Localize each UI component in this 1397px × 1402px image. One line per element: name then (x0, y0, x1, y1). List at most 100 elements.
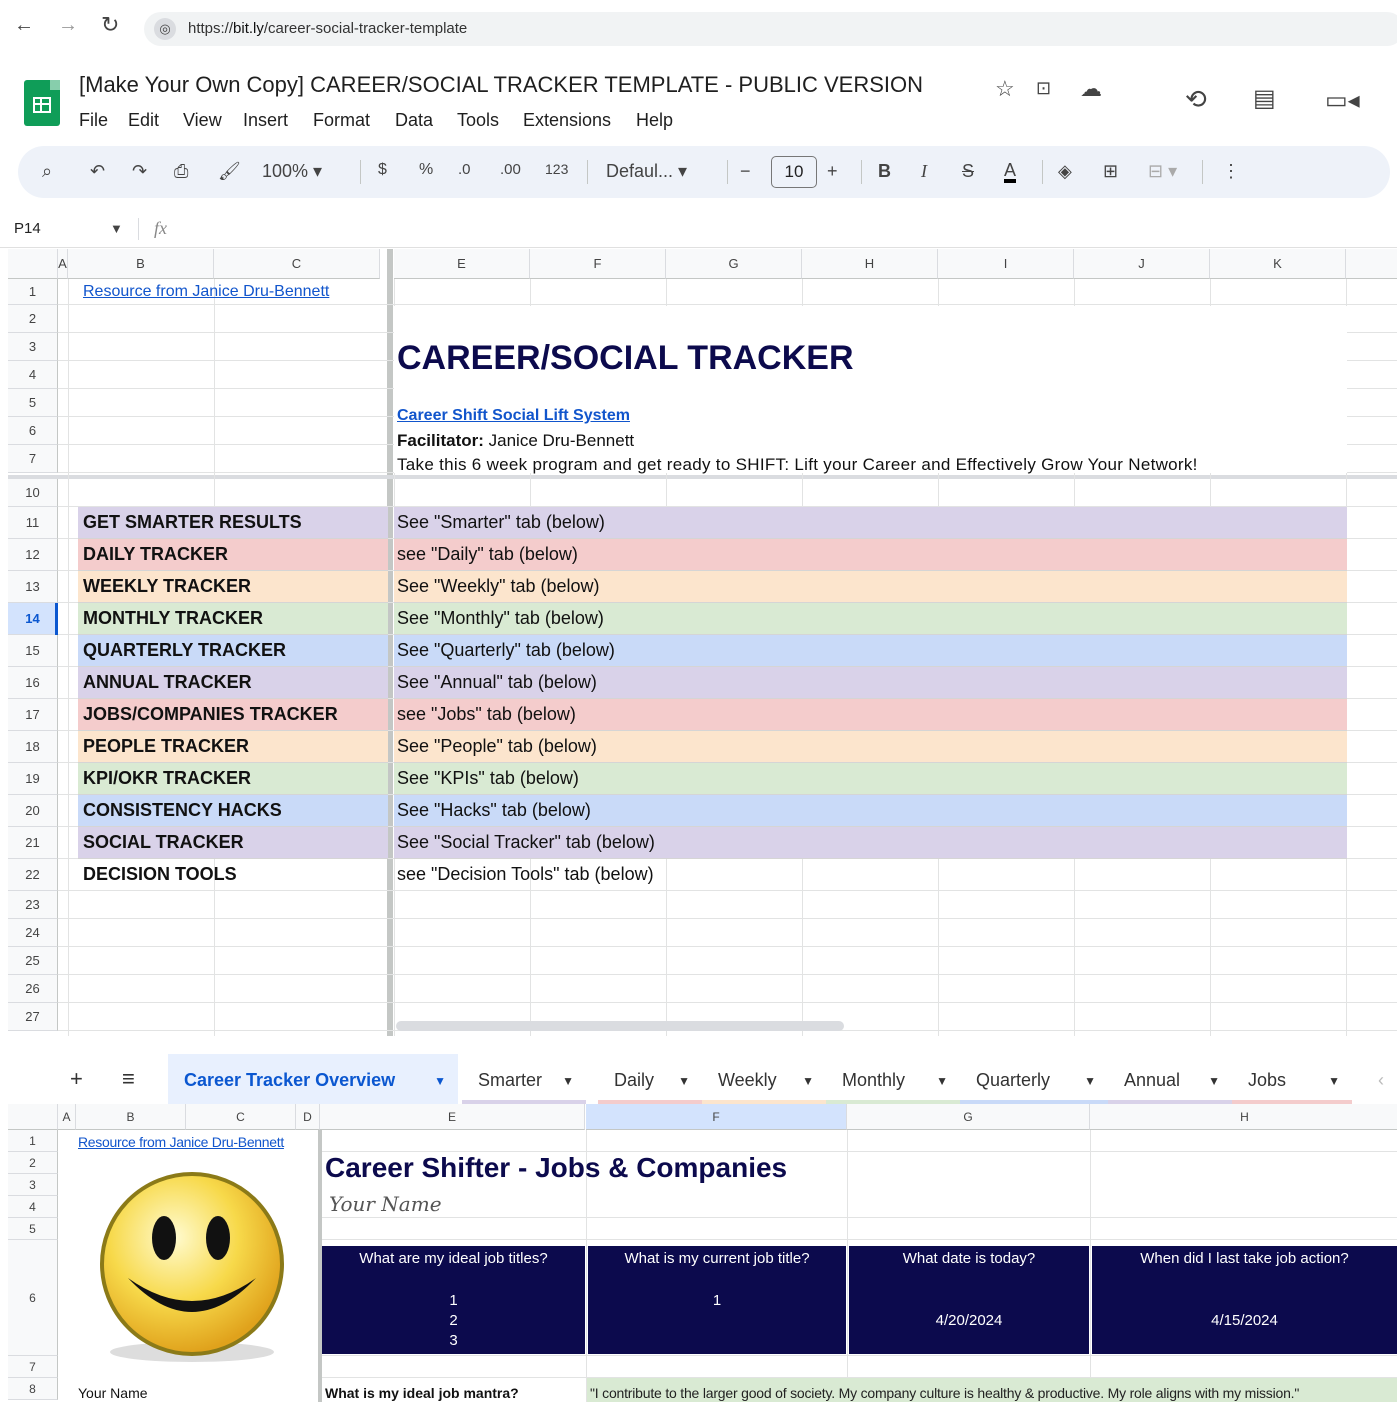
column-header[interactable]: B (68, 249, 214, 279)
merge-cells-icon[interactable]: ⊟ ▾ (1148, 161, 1177, 182)
menu-file[interactable]: File (79, 110, 108, 131)
star-icon[interactable]: ☆ (995, 76, 1015, 102)
sheet-overview-grid[interactable]: A B C E F G H I J K 1 2 3 4 5 6 7 10 11 12 13 14 15 16 17 18 19 20 2… (8, 249, 1397, 1036)
chevron-down-icon[interactable]: ▼ (434, 1074, 446, 1088)
column-header[interactable]: F (586, 1104, 847, 1130)
chevron-down-icon[interactable]: ▼ (678, 1074, 690, 1088)
select-all-corner[interactable] (8, 1104, 58, 1130)
cloud-status-icon[interactable]: ☁ (1080, 76, 1102, 102)
tab-career-tracker-overview[interactable]: Career Tracker Overview ▼ (168, 1054, 458, 1104)
menu-help[interactable]: Help (636, 110, 673, 131)
undo-icon[interactable]: ↶ (90, 161, 105, 182)
row-header[interactable]: 17 (8, 699, 58, 731)
row-header[interactable]: 1 (8, 279, 58, 305)
currency-button[interactable]: $ (378, 161, 387, 179)
decrease-decimal-button[interactable]: .0 (458, 161, 471, 178)
column-header[interactable]: J (1074, 249, 1210, 279)
row-header[interactable]: 27 (8, 1003, 58, 1031)
row-header[interactable]: 2 (8, 1152, 58, 1174)
header-cell[interactable]: What are my ideal job titles? 1 2 3 (322, 1246, 585, 1354)
menu-extensions[interactable]: Extensions (523, 110, 611, 131)
chevron-down-icon[interactable]: ▼ (802, 1074, 814, 1088)
column-header[interactable]: D (296, 1104, 320, 1130)
menu-tools[interactable]: Tools (457, 110, 499, 131)
tab-smarter[interactable]: Smarter ▼ (462, 1054, 586, 1104)
row-header[interactable]: 6 (8, 417, 58, 445)
version-history-icon[interactable]: ⟲ (1185, 84, 1207, 115)
select-all-corner[interactable] (8, 249, 58, 279)
row-header[interactable]: 5 (8, 1218, 58, 1240)
number-format-button[interactable]: 123 (545, 161, 568, 177)
chevron-down-icon[interactable]: ▼ (936, 1074, 948, 1088)
row-header[interactable]: 7 (8, 445, 58, 473)
scroll-tabs-left-icon[interactable]: ‹ (1378, 1070, 1384, 1091)
column-header[interactable]: F (530, 249, 666, 279)
column-header[interactable]: B (76, 1104, 186, 1130)
row-header[interactable]: 2 (8, 305, 58, 333)
column-header[interactable]: E (320, 1104, 585, 1130)
row-header[interactable]: 16 (8, 667, 58, 699)
tab-quarterly[interactable]: Quarterly ▼ (960, 1054, 1108, 1104)
row-header[interactable]: 13 (8, 571, 58, 603)
percent-button[interactable]: % (419, 161, 433, 179)
add-sheet-icon[interactable]: + (70, 1066, 83, 1092)
row-header[interactable]: 3 (8, 333, 58, 361)
tab-daily[interactable]: Daily ▼ (598, 1054, 702, 1104)
tab-annual[interactable]: Annual ▼ (1108, 1054, 1232, 1104)
tab-monthly[interactable]: Monthly ▼ (826, 1054, 960, 1104)
chevron-down-icon[interactable]: ▼ (562, 1074, 574, 1088)
horizontal-scrollbar[interactable] (396, 1021, 844, 1031)
bold-icon[interactable]: B (878, 161, 891, 182)
row-header[interactable]: 12 (8, 539, 58, 571)
reload-icon[interactable]: ↻ (101, 12, 119, 38)
column-header[interactable]: C (214, 249, 380, 279)
italic-icon[interactable]: I (921, 161, 927, 182)
header-cell[interactable]: What date is today? 4/20/2024 (849, 1246, 1089, 1354)
menu-view[interactable]: View (183, 110, 222, 131)
menu-data[interactable]: Data (395, 110, 433, 131)
zoom-select[interactable]: 100% ▾ (262, 161, 322, 182)
document-title[interactable]: [Make Your Own Copy] CAREER/SOCIAL TRACK… (79, 72, 923, 98)
cell-reference[interactable]: P14 (14, 220, 41, 237)
row-header[interactable]: 18 (8, 731, 58, 763)
sheet-jobs-grid[interactable]: A B C D E F G H 1 2 3 4 5 6 7 8 Resource from Janice Dru… (8, 1104, 1397, 1402)
row-header[interactable]: 19 (8, 763, 58, 795)
resource-link[interactable]: Resource from Janice Dru-Bennett (78, 1134, 284, 1150)
all-sheets-icon[interactable]: ≡ (122, 1066, 135, 1092)
font-size-increase[interactable]: + (827, 161, 838, 182)
name-box-dropdown-icon[interactable]: ▼ (110, 221, 123, 236)
back-icon[interactable]: ← (14, 14, 34, 37)
row-header[interactable]: 20 (8, 795, 58, 827)
row-header[interactable]: 25 (8, 947, 58, 975)
column-header[interactable]: A (58, 249, 68, 279)
column-header[interactable]: K (1210, 249, 1346, 279)
font-size-input[interactable]: 10 (771, 156, 817, 188)
sheets-logo-icon[interactable] (24, 80, 60, 126)
row-header[interactable]: 6 (8, 1240, 58, 1356)
site-info-icon[interactable]: ◎ (154, 18, 176, 40)
resource-link[interactable]: Resource from Janice Dru-Bennett (83, 283, 329, 301)
column-header[interactable] (1346, 249, 1397, 279)
row-header[interactable]: 15 (8, 635, 58, 667)
redo-icon[interactable]: ↷ (132, 161, 147, 182)
row-header[interactable]: 3 (8, 1174, 58, 1196)
column-header[interactable]: C (186, 1104, 296, 1130)
your-name-field[interactable]: Your Name (329, 1192, 442, 1216)
menu-format[interactable]: Format (313, 110, 370, 131)
row-header[interactable]: 4 (8, 361, 58, 389)
row-header[interactable]: 7 (8, 1356, 58, 1378)
search-icon[interactable]: ⌕ (42, 161, 52, 182)
column-header[interactable]: A (58, 1104, 76, 1130)
row-header[interactable]: 23 (8, 891, 58, 919)
header-cell[interactable]: When did I last take job action? 4/15/202… (1092, 1246, 1397, 1354)
fill-color-icon[interactable]: ◈ (1058, 161, 1072, 182)
menu-edit[interactable]: Edit (128, 110, 159, 131)
menu-insert[interactable]: Insert (243, 110, 288, 131)
column-header[interactable]: I (938, 249, 1074, 279)
row-header[interactable]: 4 (8, 1196, 58, 1218)
font-select[interactable]: Defaul... ▾ (606, 161, 687, 182)
chevron-down-icon[interactable]: ▼ (1208, 1074, 1220, 1088)
frozen-row-divider[interactable] (8, 475, 1397, 479)
row-header[interactable]: 26 (8, 975, 58, 1003)
tab-jobs[interactable]: Jobs ▼ (1232, 1054, 1352, 1104)
